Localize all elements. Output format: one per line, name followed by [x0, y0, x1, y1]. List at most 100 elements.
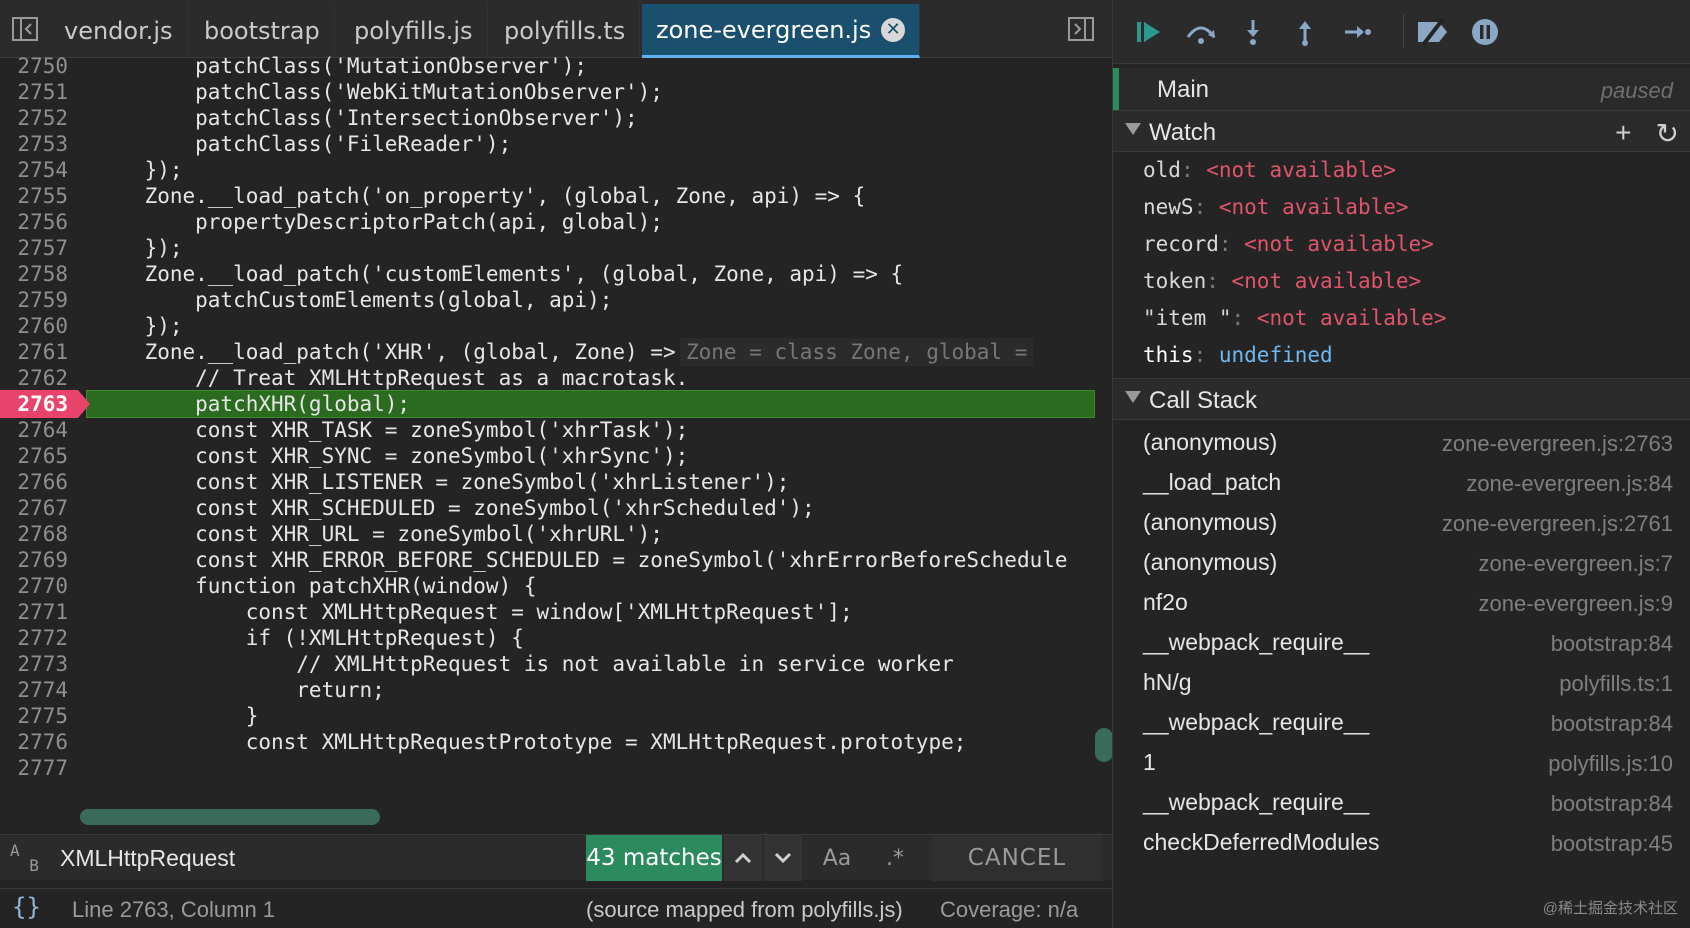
watch-expression[interactable]: newS: <not available> — [1143, 189, 1409, 225]
step-button[interactable] — [1339, 14, 1375, 50]
search-input[interactable] — [60, 841, 580, 875]
call-stack-frame[interactable]: __webpack_require__ bootstrap:84 — [1143, 701, 1673, 741]
code-line[interactable]: 2756 propertyDescriptorPatch(api, global… — [0, 208, 1095, 236]
code-line[interactable]: 2757 }); — [0, 234, 1095, 262]
vertical-scrollbar[interactable] — [1095, 728, 1112, 762]
code-line[interactable]: 2772 if (!XMLHttpRequest) { — [0, 624, 1095, 652]
code-line[interactable]: 2775 } — [0, 702, 1095, 730]
regex-toggle[interactable]: .* — [866, 835, 924, 881]
step-over-button[interactable] — [1183, 14, 1219, 50]
call-stack-frame[interactable]: nf2o zone-evergreen.js:9 — [1143, 581, 1673, 621]
line-number[interactable]: 2763 — [0, 390, 90, 418]
code-line[interactable]: 2766 const XHR_LISTENER = zoneSymbol('xh… — [0, 468, 1095, 496]
code-line[interactable]: 2773 // XMLHttpRequest is not available … — [0, 650, 1095, 678]
tab-bootstrap[interactable]: bootstrap — [190, 4, 335, 58]
line-number[interactable]: 2776 — [0, 728, 78, 756]
close-icon[interactable]: ✕ — [881, 17, 906, 42]
source-map-link[interactable]: (source mapped from polyfills.js) — [586, 897, 903, 923]
line-number[interactable]: 2773 — [0, 650, 78, 678]
line-number[interactable]: 2764 — [0, 416, 78, 444]
code-view[interactable]: 2750 patchClass('MutationObserver'); 2751… — [0, 52, 1112, 828]
code-line[interactable]: 2754 }); — [0, 156, 1095, 184]
line-number[interactable]: 2750 — [0, 52, 78, 80]
line-number[interactable]: 2771 — [0, 598, 78, 626]
match-case-toggle[interactable]: Aa — [808, 835, 866, 881]
code-line[interactable]: 2753 patchClass('FileReader'); — [0, 130, 1095, 158]
pretty-print-icon[interactable]: {} — [12, 893, 41, 921]
code-line[interactable]: 2768 const XHR_URL = zoneSymbol('xhrURL'… — [0, 520, 1095, 548]
line-number[interactable]: 2765 — [0, 442, 78, 470]
code-line[interactable]: 2750 patchClass('MutationObserver'); — [0, 52, 1095, 80]
resume-button[interactable] — [1131, 14, 1167, 50]
line-number[interactable]: 2772 — [0, 624, 78, 652]
call-stack-frame[interactable]: hN/g polyfills.ts:1 — [1143, 661, 1673, 701]
code-line[interactable]: 2777 — [0, 754, 1095, 782]
line-number[interactable]: 2759 — [0, 286, 78, 314]
code-line[interactable]: 2761 Zone.__load_patch('XHR', (global, Z… — [0, 338, 1095, 366]
step-into-button[interactable] — [1235, 14, 1271, 50]
tab-vendor-js[interactable]: vendor.js — [50, 4, 188, 58]
step-out-button[interactable] — [1287, 14, 1323, 50]
line-number[interactable]: 2774 — [0, 676, 78, 704]
call-stack-frame[interactable]: 1 polyfills.js:10 — [1143, 741, 1673, 781]
add-watch-icon[interactable]: + — [1615, 117, 1631, 150]
pause-on-exceptions-button[interactable] — [1467, 14, 1503, 50]
line-number[interactable]: 2755 — [0, 182, 78, 210]
watch-expression[interactable]: this: undefined — [1143, 337, 1333, 373]
watch-expression[interactable]: "item ": <not available> — [1143, 300, 1446, 336]
code-line[interactable]: 2776 const XMLHttpRequestPrototype = XML… — [0, 728, 1095, 756]
toggle-debugger-icon[interactable] — [1066, 14, 1096, 44]
line-number[interactable]: 2777 — [0, 754, 78, 782]
watch-section-header[interactable]: Watch + ↻ — [1113, 110, 1690, 152]
code-line[interactable]: 2759 patchCustomElements(global, api); — [0, 286, 1095, 314]
code-line[interactable]: 2769 const XHR_ERROR_BEFORE_SCHEDULED = … — [0, 546, 1095, 574]
line-number[interactable]: 2766 — [0, 468, 78, 496]
line-number[interactable]: 2762 — [0, 364, 78, 392]
line-number[interactable]: 2761 — [0, 338, 78, 366]
line-number[interactable]: 2770 — [0, 572, 78, 600]
code-line[interactable]: 2771 const XMLHttpRequest = window['XMLH… — [0, 598, 1095, 626]
line-number[interactable]: 2775 — [0, 702, 78, 730]
watch-expression[interactable]: record: <not available> — [1143, 226, 1434, 262]
find-replace-icon[interactable]: A B — [10, 843, 46, 874]
code-line[interactable]: 2765 const XHR_SYNC = zoneSymbol('xhrSyn… — [0, 442, 1095, 470]
call-stack-frame[interactable]: __webpack_require__ bootstrap:84 — [1143, 621, 1673, 661]
code-line[interactable]: 2767 const XHR_SCHEDULED = zoneSymbol('x… — [0, 494, 1095, 522]
code-line[interactable]: 2774 return; — [0, 676, 1095, 704]
line-number[interactable]: 2767 — [0, 494, 78, 522]
watch-expression[interactable]: token: <not available> — [1143, 263, 1421, 299]
call-stack-frame[interactable]: checkDeferredModules bootstrap:45 — [1143, 821, 1673, 861]
horizontal-scrollbar[interactable] — [80, 809, 380, 825]
callstack-section-header[interactable]: Call Stack — [1113, 378, 1690, 420]
code-line[interactable]: 2770 function patchXHR(window) { — [0, 572, 1095, 600]
toggle-sidebar-icon[interactable] — [10, 14, 40, 44]
deactivate-breakpoints-button[interactable] — [1415, 14, 1451, 50]
code-line[interactable]: 2758 Zone.__load_patch('customElements',… — [0, 260, 1095, 288]
line-number[interactable]: 2760 — [0, 312, 78, 340]
line-number[interactable]: 2754 — [0, 156, 78, 184]
line-number[interactable]: 2751 — [0, 78, 78, 106]
call-stack-frame[interactable]: (anonymous) zone-evergreen.js:7 — [1143, 541, 1673, 581]
call-stack-frame[interactable]: __load_patch zone-evergreen.js:84 — [1143, 461, 1673, 501]
call-stack-frame[interactable]: __webpack_require__ bootstrap:84 — [1143, 781, 1673, 821]
line-number[interactable]: 2752 — [0, 104, 78, 132]
code-line[interactable]: 2762 // Treat XMLHttpRequest as a macrot… — [0, 364, 1095, 392]
line-number[interactable]: 2753 — [0, 130, 78, 158]
thread-main[interactable]: Main paused — [1113, 68, 1690, 110]
code-line[interactable]: 2751 patchClass('WebKitMutationObserver'… — [0, 78, 1095, 106]
line-number[interactable]: 2757 — [0, 234, 78, 262]
code-line[interactable]: 2764 const XHR_TASK = zoneSymbol('xhrTas… — [0, 416, 1095, 444]
code-line[interactable]: 2755 Zone.__load_patch('on_property', (g… — [0, 182, 1095, 210]
call-stack-frame[interactable]: (anonymous) zone-evergreen.js:2763 — [1143, 421, 1673, 461]
current-paused-line[interactable]: 2763 patchXHR(global); — [0, 390, 1095, 418]
previous-match-button[interactable] — [724, 835, 762, 881]
call-stack-frame[interactable]: (anonymous) zone-evergreen.js:2761 — [1143, 501, 1673, 541]
watch-expression[interactable]: old: <not available> — [1143, 152, 1396, 188]
cancel-search-button[interactable]: CANCEL — [932, 835, 1102, 881]
next-match-button[interactable] — [764, 835, 802, 881]
line-number[interactable]: 2768 — [0, 520, 78, 548]
line-number[interactable]: 2758 — [0, 260, 78, 288]
line-number[interactable]: 2769 — [0, 546, 78, 574]
tab-polyfills-js[interactable]: polyfills.js — [340, 4, 488, 58]
code-line[interactable]: 2752 patchClass('IntersectionObserver'); — [0, 104, 1095, 132]
